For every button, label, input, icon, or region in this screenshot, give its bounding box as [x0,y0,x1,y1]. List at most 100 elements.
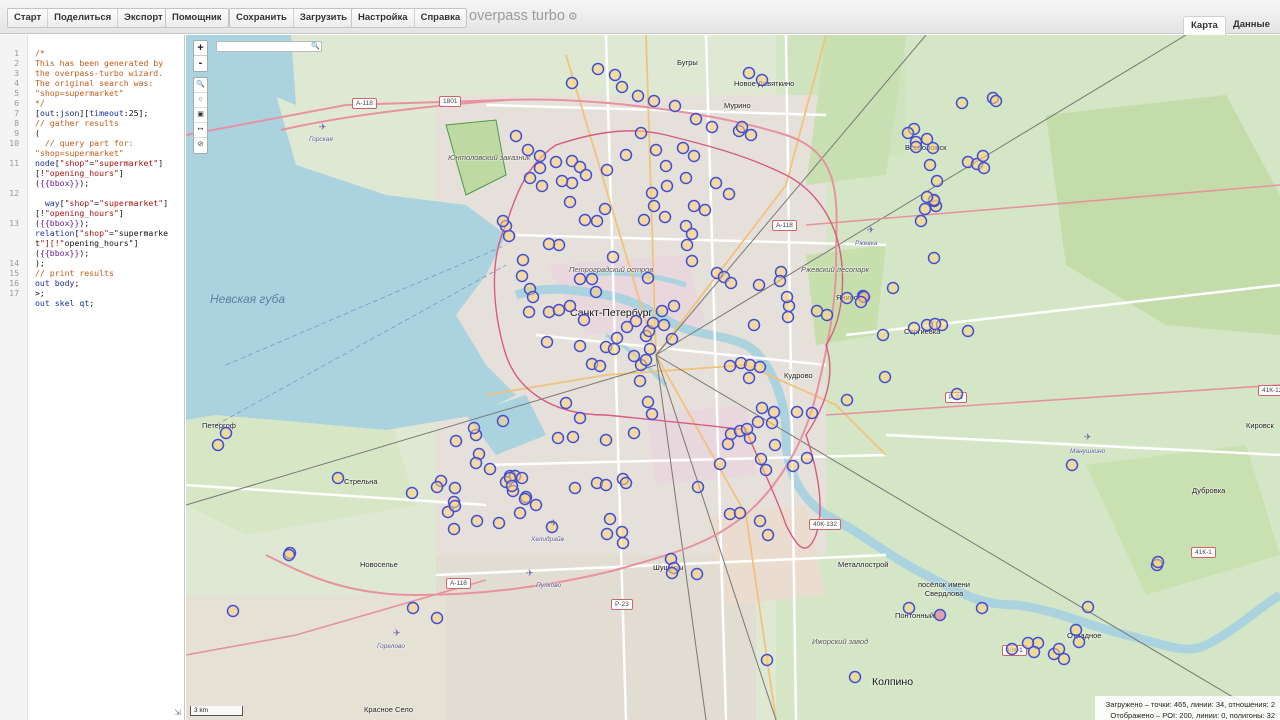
supermarket-poi-marker[interactable] [647,94,661,108]
supermarket-poi-marker[interactable] [735,120,749,134]
locate-icon[interactable]: ○ [194,93,207,108]
supermarket-poi-marker[interactable] [724,276,738,290]
supermarket-poi-marker[interactable] [676,141,690,155]
share-button[interactable]: Поделиться [48,9,119,27]
code-line[interactable]: ( [35,128,40,138]
supermarket-poi-marker[interactable] [542,305,556,319]
supermarket-poi-marker[interactable] [496,414,510,428]
supermarket-poi-marker[interactable] [608,68,622,82]
zoom-to-data-icon[interactable]: 🔍 [194,78,207,93]
supermarket-poi-marker[interactable] [747,318,761,332]
supermarket-poi-marker[interactable] [759,463,773,477]
supermarket-poi-marker[interactable] [901,126,915,140]
supermarket-poi-marker[interactable] [565,176,579,190]
tab-map[interactable]: Карта [1183,16,1226,35]
zoom-out-button[interactable]: - [194,56,207,71]
tab-data[interactable]: Данные [1226,16,1277,35]
supermarket-poi-marker[interactable] [768,438,782,452]
search-icon[interactable]: 🔍 [311,42,320,50]
supermarket-poi-marker[interactable] [641,395,655,409]
supermarket-poi-marker[interactable] [754,452,768,466]
supermarket-poi-marker[interactable] [577,313,591,327]
supermarket-poi-marker[interactable] [563,195,577,209]
supermarket-poi-marker[interactable] [509,129,523,143]
save-button[interactable]: Сохранить [230,9,294,27]
wizard-button[interactable]: Помощник [166,9,228,27]
supermarket-poi-marker[interactable] [1069,623,1083,637]
supermarket-poi-marker[interactable] [599,433,613,447]
code-line[interactable]: The original search was: [35,78,153,88]
supermarket-poi-marker[interactable] [909,140,923,154]
supermarket-poi-marker[interactable] [447,522,461,536]
supermarket-poi-marker[interactable] [540,335,554,349]
supermarket-poi-marker[interactable] [790,405,804,419]
supermarket-poi-marker[interactable] [752,278,766,292]
code-line[interactable]: the overpass-turbo wizard. [35,68,163,78]
supermarket-poi-marker[interactable] [551,431,565,445]
supermarket-poi-marker[interactable] [578,213,592,227]
supermarket-poi-marker[interactable] [523,171,537,185]
supermarket-poi-marker[interactable] [1081,600,1095,614]
supermarket-poi-marker[interactable] [713,457,727,471]
supermarket-poi-marker[interactable] [1151,555,1165,569]
code-line[interactable]: ({{bbox}}); [35,218,89,228]
supermarket-poi-marker[interactable] [606,250,620,264]
supermarket-poi-marker[interactable] [780,290,794,304]
supermarket-poi-marker[interactable] [573,411,587,425]
code-line[interactable]: [out:json][timeout:25]; [35,108,148,118]
help-button[interactable]: Справка [415,9,467,27]
code-line[interactable]: >; [35,288,45,298]
supermarket-poi-marker[interactable] [430,611,444,625]
code-line[interactable]: out body; [35,278,79,288]
supermarket-poi-marker[interactable] [820,308,834,322]
supermarket-poi-marker[interactable] [698,203,712,217]
supermarket-poi-marker[interactable] [542,237,556,251]
supermarket-poi-marker[interactable] [627,349,641,363]
supermarket-poi-marker[interactable] [659,159,673,173]
supermarket-poi-marker[interactable] [615,525,629,539]
supermarket-poi-marker[interactable] [529,498,543,512]
supermarket-poi-marker[interactable] [598,202,612,216]
supermarket-poi-marker[interactable] [1065,458,1079,472]
resize-handle-icon[interactable]: ⇲ [174,708,181,717]
supermarket-poi-marker[interactable] [535,179,549,193]
supermarket-poi-marker[interactable] [515,269,529,283]
supermarket-poi-marker[interactable] [559,396,573,410]
supermarket-poi-marker[interactable] [920,190,934,204]
supermarket-poi-marker[interactable] [961,324,975,338]
supermarket-poi-marker[interactable] [753,514,767,528]
code-line[interactable]: [!"opening_hours"] [35,168,124,178]
supermarket-poi-marker[interactable] [600,527,614,541]
supermarket-poi-marker[interactable] [331,471,345,485]
supermarket-poi-marker[interactable] [615,80,629,94]
supermarket-poi-marker[interactable] [989,94,1003,108]
supermarket-poi-marker[interactable] [573,339,587,353]
supermarket-poi-marker[interactable] [930,174,944,188]
supermarket-poi-marker[interactable] [886,281,900,295]
supermarket-poi-marker[interactable] [579,168,593,182]
supermarket-poi-marker[interactable] [658,210,672,224]
supermarket-poi-marker[interactable] [840,291,854,305]
supermarket-poi-marker[interactable] [573,272,587,286]
supermarket-poi-marker[interactable] [760,653,774,667]
supermarket-poi-marker[interactable] [522,305,536,319]
supermarket-poi-marker[interactable] [722,187,736,201]
code-line[interactable]: ({{bbox}}); [35,178,89,188]
supermarket-poi-marker[interactable] [680,238,694,252]
data-markers-layer[interactable]: ✈ ✈ ✈ ✈ ✈ ✈ [186,35,1280,720]
supermarket-poi-marker[interactable] [977,161,991,175]
supermarket-poi-marker[interactable] [646,316,660,330]
supermarket-poi-marker[interactable] [599,478,613,492]
supermarket-poi-marker[interactable] [502,229,516,243]
supermarket-poi-marker[interactable] [767,405,781,419]
supermarket-poi-marker[interactable] [876,328,890,342]
supermarket-poi-marker[interactable] [926,141,940,155]
start-button[interactable]: Старт [8,9,49,27]
supermarket-poi-marker[interactable] [631,89,645,103]
code-line[interactable]: way["shop"="supermarket"] [35,198,168,208]
supermarket-poi-marker[interactable] [518,492,532,506]
supermarket-poi-marker[interactable] [765,416,779,430]
supermarket-poi-marker[interactable] [800,451,814,465]
supermarket-poi-marker[interactable] [755,73,769,87]
supermarket-poi-marker[interactable] [593,359,607,373]
